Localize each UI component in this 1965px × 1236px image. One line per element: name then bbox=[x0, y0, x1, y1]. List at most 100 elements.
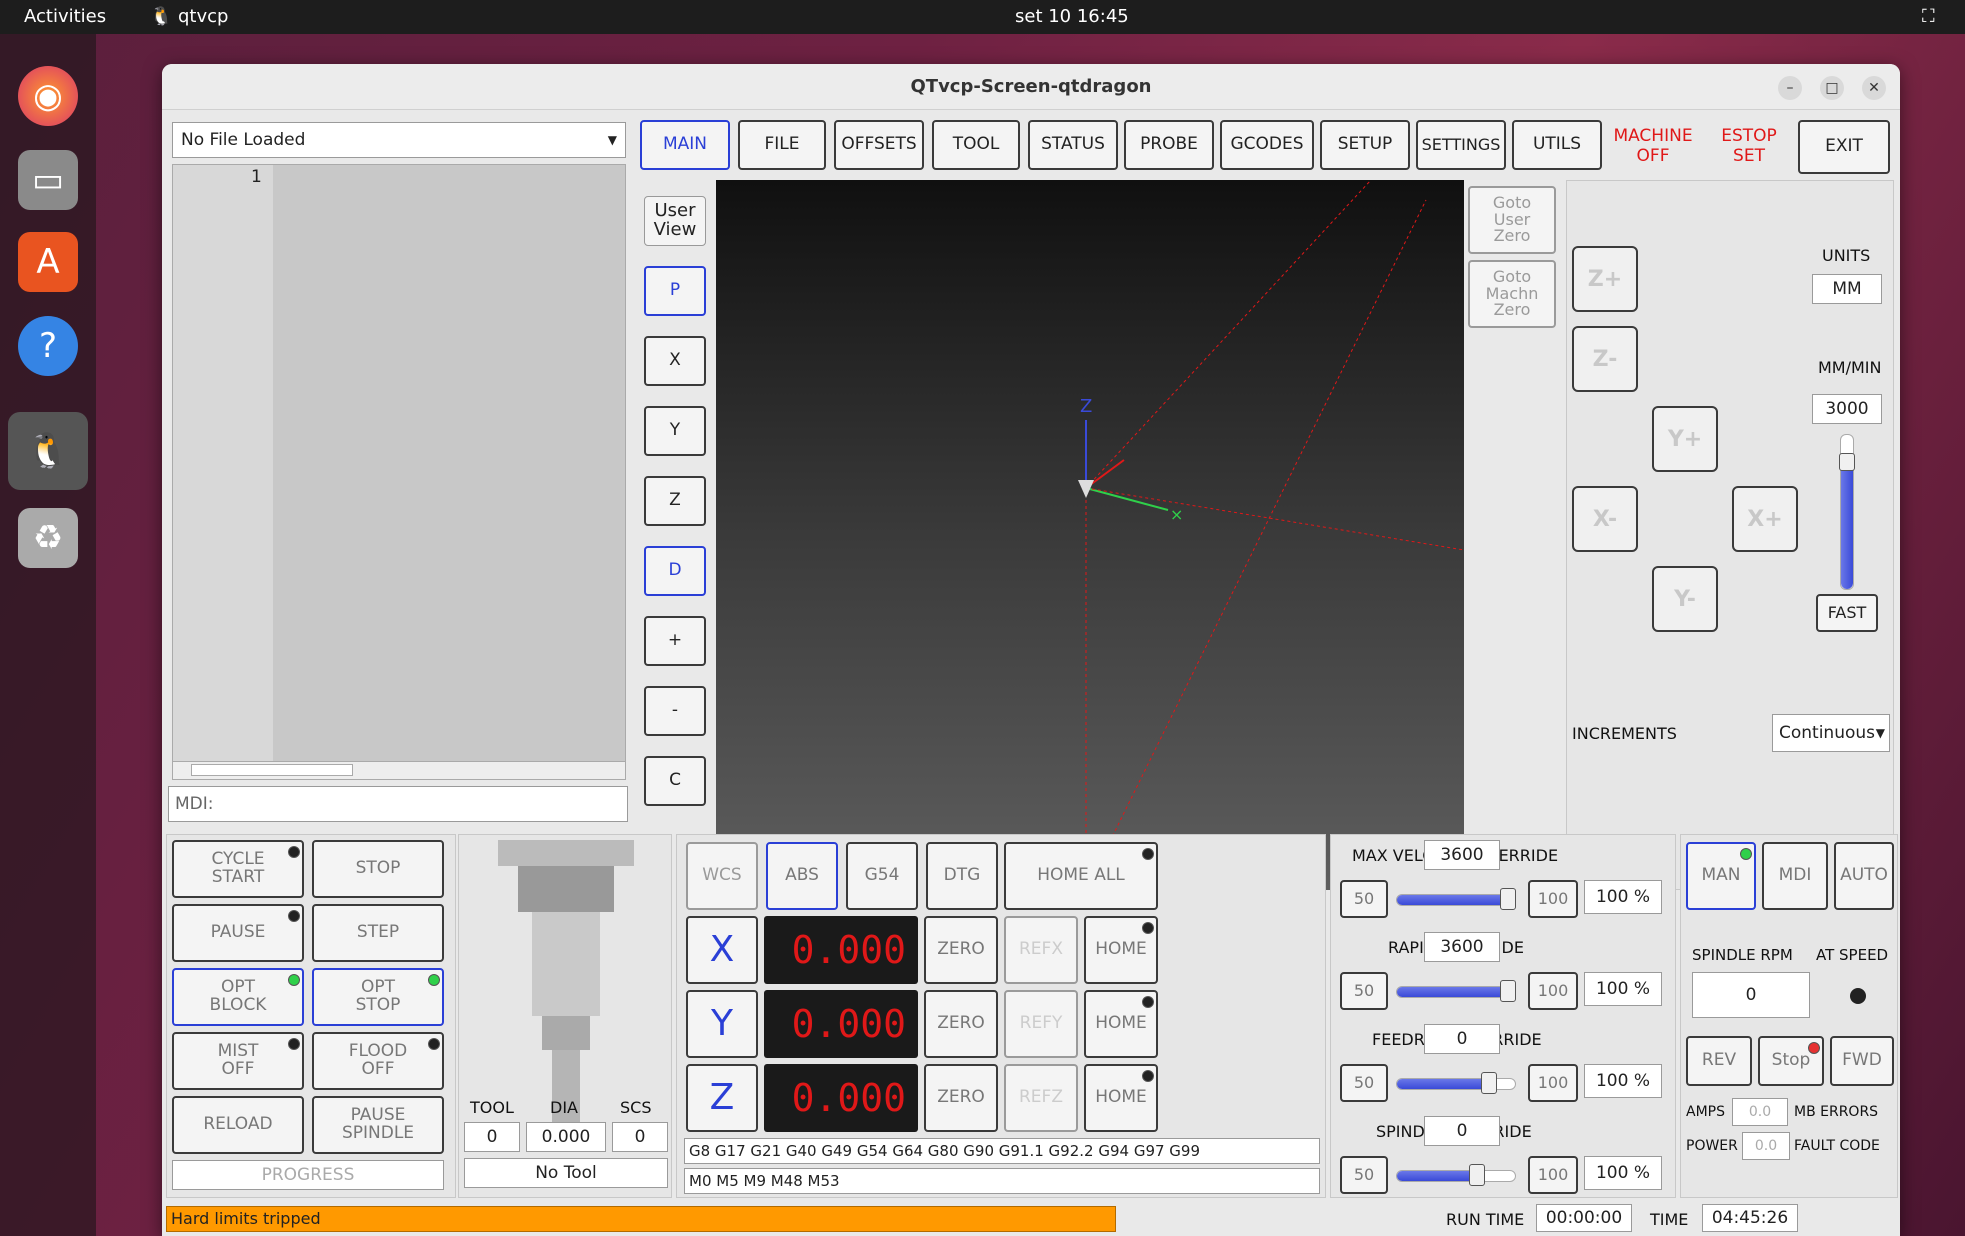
slider-knob[interactable] bbox=[1500, 980, 1516, 1002]
stop-button[interactable]: STOP bbox=[312, 840, 444, 898]
opt-stop-button[interactable]: OPT STOP bbox=[312, 968, 444, 1026]
jog-y-minus-button[interactable]: Y- bbox=[1652, 566, 1718, 632]
qtvcp-app-icon[interactable]: 🐧 bbox=[8, 412, 88, 490]
step-button[interactable]: STEP bbox=[312, 904, 444, 962]
opt-block-button[interactable]: OPT BLOCK bbox=[172, 968, 304, 1026]
max-velocity-slider[interactable] bbox=[1396, 894, 1516, 906]
file-selector[interactable]: No File Loaded ▼ bbox=[172, 122, 626, 158]
view-d-button[interactable]: D bbox=[644, 546, 706, 596]
reload-button[interactable]: RELOAD bbox=[172, 1096, 304, 1154]
increments-value: Continuous bbox=[1779, 723, 1876, 743]
mode-mdi-button[interactable]: MDI bbox=[1762, 842, 1828, 910]
estop-button[interactable]: ESTOP SET bbox=[1704, 126, 1794, 170]
spindle-override-min-button[interactable]: 50 bbox=[1340, 1156, 1388, 1194]
dro-z-value: 0.000 bbox=[764, 1064, 918, 1132]
dtg-button[interactable]: DTG bbox=[926, 842, 998, 910]
zoom-in-button[interactable]: + bbox=[644, 616, 706, 666]
tab-utils[interactable]: UTILS bbox=[1512, 120, 1602, 170]
jog-y-plus-button[interactable]: Y+ bbox=[1652, 406, 1718, 472]
wcs-button[interactable]: WCS bbox=[686, 842, 758, 910]
zoom-out-button[interactable]: - bbox=[644, 686, 706, 736]
tab-file[interactable]: FILE bbox=[738, 120, 826, 170]
view-z-button[interactable]: Z bbox=[644, 476, 706, 526]
flood-button[interactable]: FLOOD OFF bbox=[312, 1032, 444, 1090]
chevron-down-icon: ▼ bbox=[1875, 726, 1885, 740]
jog-x-minus-button[interactable]: X- bbox=[1572, 486, 1638, 552]
refx-button[interactable]: REFX bbox=[1004, 916, 1078, 984]
refy-button[interactable]: REFY bbox=[1004, 990, 1078, 1058]
dro-x-value: 0.000 bbox=[764, 916, 918, 984]
rapid-min-button[interactable]: 50 bbox=[1340, 972, 1388, 1010]
g54-button[interactable]: G54 bbox=[846, 842, 918, 910]
axis-y-button[interactable]: Y bbox=[686, 990, 758, 1058]
zero-x-button[interactable]: ZERO bbox=[924, 916, 998, 984]
axis-z-button[interactable]: Z bbox=[686, 1064, 758, 1132]
max-velocity-min-button[interactable]: 50 bbox=[1340, 880, 1388, 918]
tab-tool[interactable]: TOOL bbox=[932, 120, 1020, 170]
goto-user-zero-button[interactable]: Goto User Zero bbox=[1468, 186, 1556, 254]
qtdragon-window: QTvcp-Screen-qtdragon – □ ✕ No File Load… bbox=[162, 64, 1900, 1236]
software-icon[interactable]: A bbox=[18, 232, 78, 292]
pause-spindle-button[interactable]: PAUSE SPINDLE bbox=[312, 1096, 444, 1154]
abs-button[interactable]: ABS bbox=[766, 842, 838, 910]
rapid-max-button[interactable]: 100 bbox=[1528, 972, 1578, 1010]
mdi-input[interactable]: MDI: bbox=[168, 786, 628, 822]
jog-x-plus-button[interactable]: X+ bbox=[1732, 486, 1798, 552]
slider-knob[interactable] bbox=[1481, 1072, 1498, 1094]
user-view-button[interactable]: User View bbox=[644, 196, 706, 246]
slider-knob[interactable] bbox=[1500, 888, 1516, 910]
tab-offsets[interactable]: OFFSETS bbox=[834, 120, 924, 170]
help-icon[interactable]: ? bbox=[18, 316, 78, 376]
pause-button[interactable]: PAUSE bbox=[172, 904, 304, 962]
rapid-slider[interactable] bbox=[1396, 986, 1516, 998]
slider-knob[interactable] bbox=[1468, 1164, 1485, 1186]
fast-button[interactable]: FAST bbox=[1816, 594, 1878, 632]
spindle-override-slider[interactable] bbox=[1396, 1170, 1516, 1182]
home-all-button[interactable]: HOME ALL bbox=[1004, 842, 1158, 910]
exit-button[interactable]: EXIT bbox=[1798, 120, 1890, 174]
jog-rate-slider[interactable] bbox=[1839, 434, 1855, 590]
tab-status[interactable]: STATUS bbox=[1028, 120, 1118, 170]
close-icon[interactable]: ✕ bbox=[1862, 76, 1886, 100]
tab-settings[interactable]: SETTINGS bbox=[1416, 120, 1506, 170]
files-icon[interactable]: ▭ bbox=[18, 150, 78, 210]
network-icon[interactable]: ⛶ bbox=[1922, 6, 1935, 27]
spindle-rev-button[interactable]: REV bbox=[1686, 1036, 1752, 1086]
view-x-button[interactable]: X bbox=[644, 336, 706, 386]
feedrate-min-button[interactable]: 50 bbox=[1340, 1064, 1388, 1102]
gcode-preview[interactable]: Z × bbox=[716, 179, 1465, 891]
mode-auto-button[interactable]: AUTO bbox=[1834, 842, 1894, 910]
mist-button[interactable]: MIST OFF bbox=[172, 1032, 304, 1090]
clear-view-button[interactable]: C bbox=[644, 756, 706, 806]
feedrate-slider[interactable] bbox=[1396, 1078, 1516, 1090]
activities-button[interactable]: Activities bbox=[24, 6, 106, 27]
gcode-editor[interactable]: 1 bbox=[172, 164, 626, 780]
spindle-fwd-button[interactable]: FWD bbox=[1830, 1036, 1894, 1086]
feedrate-max-button[interactable]: 100 bbox=[1528, 1064, 1578, 1102]
tab-main[interactable]: MAIN bbox=[640, 120, 730, 170]
maximize-icon[interactable]: □ bbox=[1820, 76, 1844, 100]
jog-z-minus-button[interactable]: Z- bbox=[1572, 326, 1638, 392]
tab-setup[interactable]: SETUP bbox=[1320, 120, 1410, 170]
axis-x-button[interactable]: X bbox=[686, 916, 758, 984]
firefox-icon[interactable]: ◉ bbox=[18, 66, 78, 126]
cycle-start-button[interactable]: CYCLE START bbox=[172, 840, 304, 898]
max-velocity-max-button[interactable]: 100 bbox=[1528, 880, 1578, 918]
view-p-button[interactable]: P bbox=[644, 266, 706, 316]
tab-gcodes[interactable]: GCODES bbox=[1220, 120, 1314, 170]
tab-probe[interactable]: PROBE bbox=[1124, 120, 1214, 170]
spindle-override-max-button[interactable]: 100 bbox=[1528, 1156, 1578, 1194]
increments-select[interactable]: Continuous ▼ bbox=[1772, 714, 1890, 752]
app-menu[interactable]: qtvcp bbox=[178, 6, 228, 27]
machine-off-button[interactable]: MACHINE OFF bbox=[1608, 126, 1698, 170]
view-y-button[interactable]: Y bbox=[644, 406, 706, 456]
refz-button[interactable]: REFZ bbox=[1004, 1064, 1078, 1132]
zero-y-button[interactable]: ZERO bbox=[924, 990, 998, 1058]
minimize-icon[interactable]: – bbox=[1778, 76, 1802, 100]
goto-machine-zero-button[interactable]: Goto Machn Zero bbox=[1468, 260, 1556, 328]
zero-z-button[interactable]: ZERO bbox=[924, 1064, 998, 1132]
trash-icon[interactable]: ♻ bbox=[18, 508, 78, 568]
jog-z-plus-button[interactable]: Z+ bbox=[1572, 246, 1638, 312]
horizontal-scrollbar[interactable] bbox=[173, 761, 625, 779]
clock[interactable]: set 10 16:45 bbox=[1015, 6, 1129, 27]
